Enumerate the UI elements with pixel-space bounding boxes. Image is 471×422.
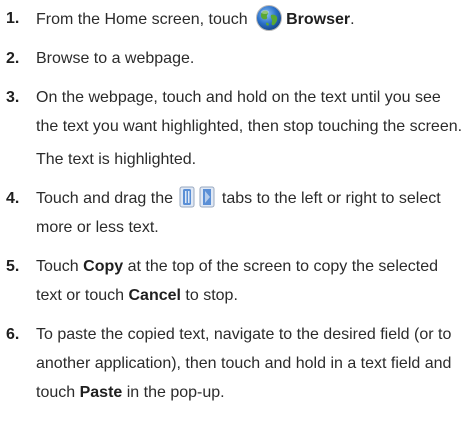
right-selection-tab-icon <box>199 186 215 208</box>
step-text: Touch <box>36 258 84 275</box>
instruction-page: 1. From the Home screen, touch Browser. … <box>0 0 471 422</box>
step-text: From the Home screen, touch <box>36 11 253 28</box>
paste-label: Paste <box>79 384 123 401</box>
steps-list: 1. From the Home screen, touch Browser. … <box>6 4 463 407</box>
step-1: 1. From the Home screen, touch Browser. <box>6 4 463 34</box>
step-text-end: in the pop-up. <box>122 384 225 401</box>
step-result: The text is highlighted. <box>36 151 197 168</box>
step-text-end: to stop. <box>180 287 238 304</box>
step-number: 6. <box>6 326 20 343</box>
step-number: 2. <box>6 50 20 67</box>
cancel-label: Cancel <box>128 287 181 304</box>
step-5: 5. Touch Copy at the top of the screen t… <box>6 252 463 310</box>
step-2: 2. Browse to a webpage. <box>6 44 463 73</box>
left-selection-tab-icon <box>179 186 195 208</box>
step-number: 4. <box>6 190 20 207</box>
step-text: Touch and drag the <box>36 190 178 207</box>
browser-globe-icon <box>255 4 283 32</box>
step-text: Browse to a webpage. <box>36 50 195 67</box>
step-4: 4. Touch and drag the tabs to the left o… <box>6 184 463 242</box>
step-number: 5. <box>6 258 20 275</box>
step-6: 6. To paste the copied text, navigate to… <box>6 320 463 407</box>
browser-label: Browser <box>286 11 351 28</box>
copy-label: Copy <box>83 258 124 275</box>
step-text-end: . <box>350 11 355 28</box>
step-number: 1. <box>6 10 20 27</box>
step-3: 3. On the webpage, touch and hold on the… <box>6 83 463 174</box>
step-number: 3. <box>6 89 20 106</box>
step-text: On the webpage, touch and hold on the te… <box>36 89 463 135</box>
